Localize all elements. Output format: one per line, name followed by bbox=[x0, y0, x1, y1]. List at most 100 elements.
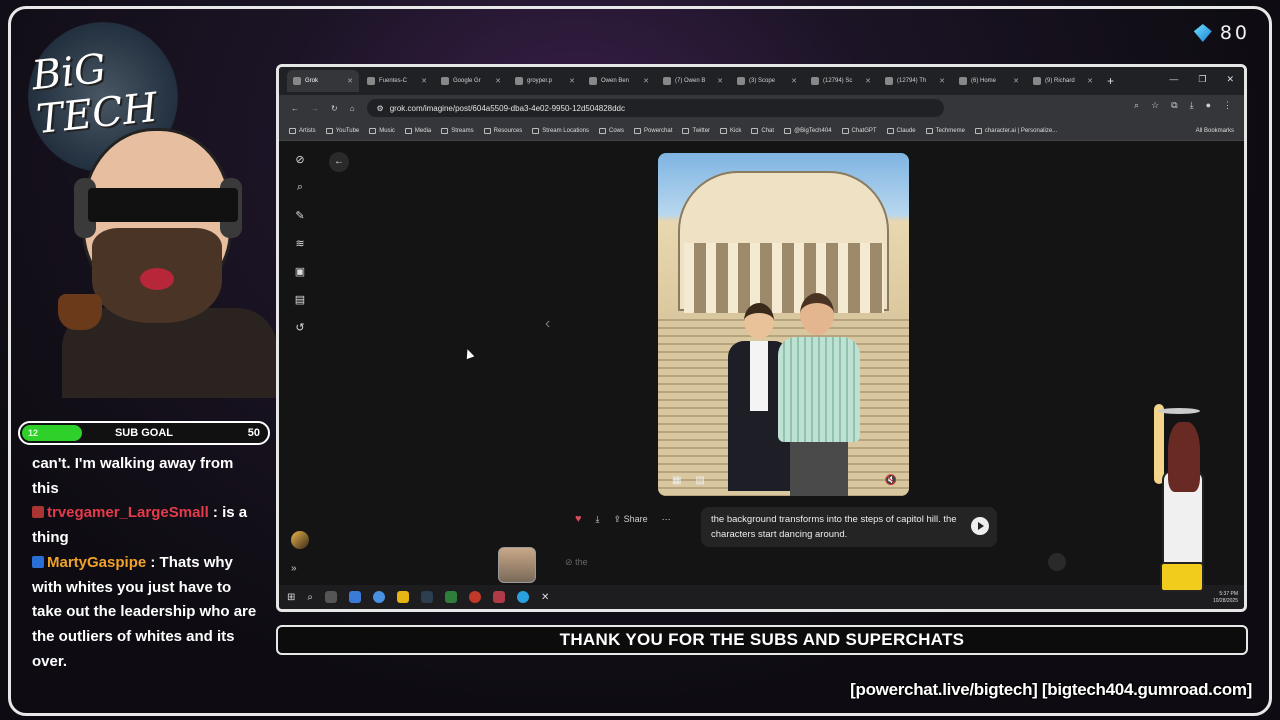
telegram-icon[interactable] bbox=[517, 591, 529, 603]
file-explorer-icon[interactable] bbox=[397, 591, 409, 603]
download-icon[interactable]: ⤓ bbox=[1190, 100, 1194, 111]
like-heart-icon[interactable]: ♥ bbox=[575, 513, 582, 525]
bookmark-item[interactable]: @BigTech404 bbox=[784, 127, 832, 134]
start-icon[interactable]: ⊞ bbox=[287, 592, 295, 603]
close-tab-icon[interactable]: ✕ bbox=[717, 77, 723, 85]
back-icon[interactable]: ← bbox=[291, 104, 299, 113]
avatar[interactable] bbox=[291, 531, 309, 549]
close-tab-icon[interactable]: ✕ bbox=[865, 77, 871, 85]
bookmark-item[interactable]: Stream Locations bbox=[532, 127, 589, 134]
site-info-icon[interactable]: ⚙ bbox=[377, 104, 384, 113]
prompt-text: the background transforms into the steps… bbox=[711, 514, 957, 540]
browser-tab-strip: Grok ✕ Fuentes-C ✕ Google Gr ✕ groyper.p ✕ Owen … bbox=[279, 67, 1244, 95]
browser-tab[interactable]: groyper.p ✕ bbox=[509, 70, 581, 92]
app-icon[interactable] bbox=[493, 591, 505, 603]
prompt-input[interactable]: ⊘ the bbox=[565, 557, 588, 568]
imagine-icon[interactable]: ▣ bbox=[295, 265, 305, 278]
close-icon[interactable]: ✕ bbox=[1226, 74, 1234, 85]
browser-tab[interactable]: Fuentes-C ✕ bbox=[361, 70, 433, 92]
generated-video[interactable]: ▦ ▨ 🔇 bbox=[658, 153, 909, 496]
bookmark-item[interactable]: Resources bbox=[483, 127, 522, 134]
close-tab-icon[interactable]: ✕ bbox=[1087, 77, 1093, 85]
bookmark-item[interactable]: Music bbox=[369, 127, 395, 134]
bookmark-item[interactable]: ChatGPT bbox=[841, 127, 877, 134]
close-tab-icon[interactable]: ✕ bbox=[1013, 77, 1019, 85]
edit-icon[interactable]: ✎ bbox=[295, 209, 304, 222]
browser-tab[interactable]: (12794) Th ✕ bbox=[879, 70, 951, 92]
frame-icon[interactable]: ▦ bbox=[672, 475, 681, 486]
projects-icon[interactable]: ▤ bbox=[295, 293, 305, 306]
close-tab-icon[interactable]: ✕ bbox=[643, 77, 649, 85]
download-icon[interactable]: ⤓ bbox=[596, 514, 600, 525]
minimize-icon[interactable]: — bbox=[1169, 74, 1178, 85]
bookmark-label: Media bbox=[414, 127, 432, 134]
forward-icon[interactable]: → bbox=[311, 104, 319, 113]
browser-tab[interactable]: (12794) Sc ✕ bbox=[805, 70, 877, 92]
tab-label: Owen Ben bbox=[601, 78, 630, 84]
browser-tab[interactable]: (6) Home ✕ bbox=[953, 70, 1025, 92]
browser-tab[interactable]: (9) Richard ✕ bbox=[1027, 70, 1099, 92]
bookmark-item[interactable]: Powerchat bbox=[634, 127, 672, 134]
chrome-icon[interactable] bbox=[373, 591, 385, 603]
tab-label: (6) Home bbox=[971, 78, 997, 84]
browser-tab[interactable]: (3) Scope ✕ bbox=[731, 70, 803, 92]
favicon-icon bbox=[885, 77, 893, 85]
back-arrow-button[interactable]: ← bbox=[329, 152, 349, 172]
x-icon[interactable]: ✕ bbox=[541, 592, 549, 603]
close-tab-icon[interactable]: ✕ bbox=[347, 77, 353, 85]
close-tab-icon[interactable]: ✕ bbox=[495, 77, 501, 85]
all-bookmarks[interactable]: All Bookmarks bbox=[1196, 128, 1234, 134]
play-icon[interactable] bbox=[971, 517, 989, 535]
task-view-icon[interactable] bbox=[325, 591, 337, 603]
obs-icon[interactable] bbox=[469, 591, 481, 603]
reload-icon[interactable]: ↻ bbox=[331, 104, 338, 113]
close-tab-icon[interactable]: ✕ bbox=[569, 77, 575, 85]
bookmark-item[interactable]: Artists bbox=[289, 127, 316, 134]
share-button[interactable]: ⇪ Share bbox=[614, 514, 648, 525]
bookmark-item[interactable]: Streams bbox=[441, 127, 474, 134]
close-tab-icon[interactable]: ✕ bbox=[939, 77, 945, 85]
bookmark-item[interactable]: Media bbox=[404, 127, 432, 134]
post-actions: ♥ ⤓ ⇪ Share ⋯ bbox=[575, 513, 671, 525]
bookmark-item[interactable]: YouTube bbox=[325, 127, 359, 134]
url-field[interactable]: ⚙ grok.com/imagine/post/604a5509-dba3-4e… bbox=[366, 99, 944, 117]
profile-icon[interactable]: ● bbox=[1206, 100, 1211, 111]
browser-tab[interactable]: Owen Ben ✕ bbox=[583, 70, 655, 92]
browser-tab[interactable]: Google Gr ✕ bbox=[435, 70, 507, 92]
home-icon[interactable]: ⌂ bbox=[350, 104, 355, 113]
search-icon[interactable]: ⌕ bbox=[307, 592, 313, 603]
voice-icon[interactable]: ≋ bbox=[295, 237, 304, 250]
bookmark-item[interactable]: Chat bbox=[751, 127, 774, 134]
app-icon[interactable] bbox=[349, 591, 361, 603]
search-icon[interactable]: ⌕ bbox=[297, 181, 303, 194]
bookmark-item[interactable]: Claude bbox=[886, 127, 916, 134]
more-options-icon[interactable]: ⋯ bbox=[662, 514, 671, 525]
restore-icon[interactable]: ❐ bbox=[1198, 74, 1206, 85]
steam-icon[interactable] bbox=[421, 591, 433, 603]
extensions-icon[interactable]: ⧉ bbox=[1171, 100, 1177, 111]
browser-tab[interactable]: (7) Owen B ✕ bbox=[657, 70, 729, 92]
close-tab-icon[interactable]: ✕ bbox=[791, 77, 797, 85]
bookmark-item[interactable]: Cows bbox=[599, 127, 624, 134]
browser-tab[interactable]: Grok ✕ bbox=[287, 70, 359, 92]
source-image-thumbnail[interactable] bbox=[498, 547, 536, 583]
attach-icon[interactable]: ⊘ bbox=[565, 557, 573, 567]
bookmark-item[interactable]: character.ai | Personalize... bbox=[974, 127, 1057, 134]
history-icon[interactable]: ↺ bbox=[295, 321, 304, 334]
bookmark-item[interactable]: Techmeme bbox=[925, 127, 965, 134]
close-tab-icon[interactable]: ✕ bbox=[421, 77, 427, 85]
bookmark-item[interactable]: Twitter bbox=[682, 127, 710, 134]
expand-sidebar-icon[interactable]: » bbox=[291, 563, 309, 574]
star-icon[interactable]: ☆ bbox=[1151, 100, 1159, 111]
previous-chevron-icon[interactable]: ‹ bbox=[545, 315, 550, 333]
zoom-icon[interactable]: ⌕ bbox=[1134, 100, 1139, 111]
chat-username: trvegamer_LargeSmall bbox=[47, 504, 209, 522]
send-button[interactable] bbox=[1048, 553, 1066, 571]
chrome-active-icon[interactable] bbox=[445, 591, 457, 603]
bookmark-item[interactable]: Kick bbox=[720, 127, 741, 134]
mute-icon[interactable]: 🔇 bbox=[885, 475, 897, 486]
menu-icon[interactable]: ⋮ bbox=[1223, 100, 1232, 111]
grok-logo-icon[interactable]: ⊘ bbox=[295, 153, 304, 166]
image-icon[interactable]: ▨ bbox=[695, 475, 704, 486]
new-tab-icon[interactable]: + bbox=[1107, 74, 1114, 88]
